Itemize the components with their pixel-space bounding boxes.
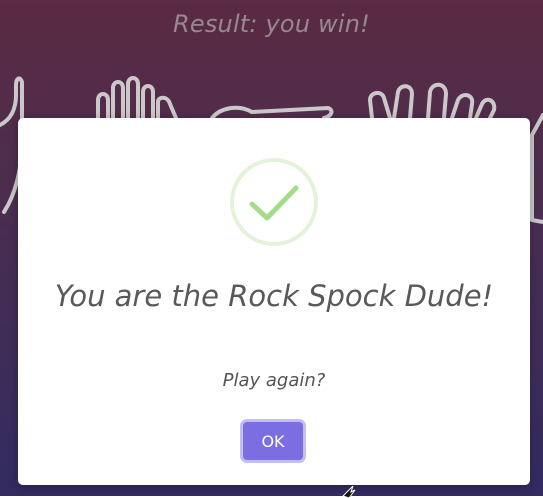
dialog-title: You are the Rock Spock Dude! (54, 279, 494, 313)
success-check-icon (230, 158, 318, 246)
mouse-cursor-icon (342, 486, 356, 498)
dialog-text: Play again? (222, 370, 326, 391)
result-dialog: You are the Rock Spock Dude! Play again?… (18, 118, 530, 485)
ok-button[interactable]: OK (243, 422, 303, 460)
